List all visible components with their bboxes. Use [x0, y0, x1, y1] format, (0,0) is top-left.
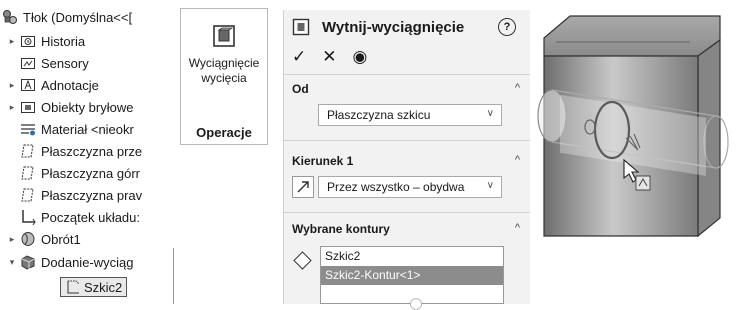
tree-item-label: Adnotacje: [41, 77, 99, 93]
sketch-icon: [65, 279, 81, 295]
tree-item-obrot1[interactable]: ▸ Obrót1: [6, 228, 81, 250]
preview-eye-icon[interactable]: ◉: [353, 47, 368, 67]
extrude-icon: [20, 254, 36, 270]
from-dropdown-value: Płaszczyzna szkicu: [327, 108, 431, 122]
graphics-viewport[interactable]: [530, 0, 736, 304]
expand-arrow-icon[interactable]: ▸: [6, 234, 18, 245]
plane-icon: [20, 187, 36, 203]
tree-item-label: Płaszczyzna prav: [41, 187, 143, 203]
divider: [284, 212, 530, 213]
contours-listbox[interactable]: Szkic2 Szkic2-Kontur<1>: [320, 246, 504, 304]
ok-check-icon[interactable]: ✓: [292, 47, 306, 67]
tree-item-sensory[interactable]: Sensory: [6, 52, 89, 74]
collapse-arrow-icon[interactable]: ▾: [6, 257, 18, 268]
part-icon: [2, 9, 18, 25]
chevron-down-icon: ∨: [486, 108, 494, 119]
tree-item-obiekty[interactable]: ▸ Obiekty bryłowe: [6, 96, 134, 118]
extruded-cut-icon: [213, 25, 235, 47]
model-view: [537, 15, 729, 238]
expand-arrow-icon[interactable]: ▸: [6, 102, 18, 113]
extruded-cut-label: Wyciągnięcie wycięcia: [188, 56, 260, 85]
tab-operacje[interactable]: Operacje: [180, 120, 268, 145]
resize-handle[interactable]: [410, 298, 422, 310]
divider: [284, 74, 530, 75]
tree-item-label: Dodanie-wyciąg: [41, 254, 134, 270]
extruded-cut-icon: [292, 18, 310, 36]
tree-item-adnotacje[interactable]: ▸ Adnotacje: [6, 74, 99, 96]
cancel-x-icon[interactable]: ✕: [322, 47, 336, 67]
plane-icon: [20, 143, 36, 159]
solid-bodies-icon: [20, 99, 36, 115]
sensors-folder-icon: [20, 55, 36, 71]
pm-header: Wytnij-wyciągnięcie: [284, 10, 530, 44]
tree-connector-line: [173, 248, 174, 304]
plane-icon: [20, 165, 36, 181]
tree-item-plane-right[interactable]: Płaszczyzna prav: [6, 184, 142, 206]
divider: [284, 140, 530, 141]
direction1-value: Przez wszystko – obydwa: [327, 180, 465, 194]
direction1-end-condition-dropdown[interactable]: Przez wszystko – obydwa ∨: [318, 176, 502, 198]
annotations-icon: [20, 77, 36, 93]
pm-title: Wytnij-wyciągnięcie: [322, 18, 465, 36]
tree-item-label: Historia: [41, 33, 86, 49]
material-icon: [20, 121, 36, 137]
group-direction1-title: Kierunek 1: [292, 154, 354, 168]
tree-item-label: Płaszczyzna prze: [41, 143, 143, 159]
tree-root-label: Tłok (Domyślna<<[: [23, 9, 133, 25]
extruded-cut-button[interactable]: Wyciągnięcie wycięcia: [181, 9, 267, 121]
reverse-direction-button[interactable]: [292, 176, 314, 198]
tree-item-label: Płaszczyzna górr: [41, 165, 140, 181]
contour-list-item-selected[interactable]: Szkic2-Kontur<1>: [321, 266, 503, 285]
tree-item-plane-top[interactable]: Płaszczyzna górr: [6, 162, 140, 184]
selection-diamond-icon: [293, 251, 312, 270]
tree-item-label: Obiekty bryłowe: [41, 99, 134, 115]
group-from-collapse-icon[interactable]: ^: [515, 82, 520, 94]
tree-item-material[interactable]: Materiał <nieokr: [6, 118, 134, 140]
group-contours-collapse-icon[interactable]: ^: [515, 222, 520, 234]
expand-arrow-icon[interactable]: ▸: [6, 36, 18, 47]
tree-item-historia[interactable]: ▸ Historia: [6, 30, 85, 52]
tree-item-plane-front[interactable]: Płaszczyzna prze: [6, 140, 142, 162]
tree-item-szkic2-selection[interactable]: Szkic2: [60, 277, 128, 297]
revolve-icon: [20, 231, 36, 247]
tree-item-szkic2[interactable]: Szkic2: [48, 276, 128, 298]
property-manager: Wytnij-wyciągnięcie ? ✓ ✕ ◉ Od ^ Płaszcz…: [283, 10, 530, 310]
chevron-down-icon: ∨: [486, 180, 494, 191]
tree-item-label: Obrót1: [41, 231, 81, 247]
expand-arrow-icon[interactable]: ▸: [6, 80, 18, 91]
feature-manager-tree: Tłok (Domyślna<<[ ▸ Historia Sensory ▸ A…: [0, 0, 178, 304]
part-top-face: [543, 15, 721, 57]
tree-item-label: Sensory: [41, 55, 89, 71]
group-contours-title: Wybrane kontury: [292, 222, 390, 236]
pm-action-bar: ✓ ✕ ◉: [292, 46, 367, 68]
tree-item-dodanie[interactable]: ▾ Dodanie-wyciąg: [6, 251, 134, 273]
tree-item-origin[interactable]: Początek układu:: [6, 206, 140, 228]
origin-icon: [20, 209, 36, 225]
tree-root[interactable]: Tłok (Domyślna<<[: [0, 6, 132, 28]
contour-list-item[interactable]: Szkic2: [321, 247, 503, 266]
history-folder-icon: [20, 33, 36, 49]
group-direction1-collapse-icon[interactable]: ^: [515, 154, 520, 166]
reverse-direction-icon: [297, 181, 309, 193]
tree-item-label: Szkic2: [84, 279, 123, 295]
ribbon-group: Wyciągnięcie wycięcia: [180, 8, 268, 122]
group-from-title: Od: [292, 82, 309, 96]
from-dropdown[interactable]: Płaszczyzna szkicu ∨: [318, 104, 502, 126]
help-icon[interactable]: ?: [498, 18, 516, 36]
tree-item-label: Materiał <nieokr: [41, 121, 134, 137]
tree-item-label: Początek układu:: [41, 209, 141, 225]
